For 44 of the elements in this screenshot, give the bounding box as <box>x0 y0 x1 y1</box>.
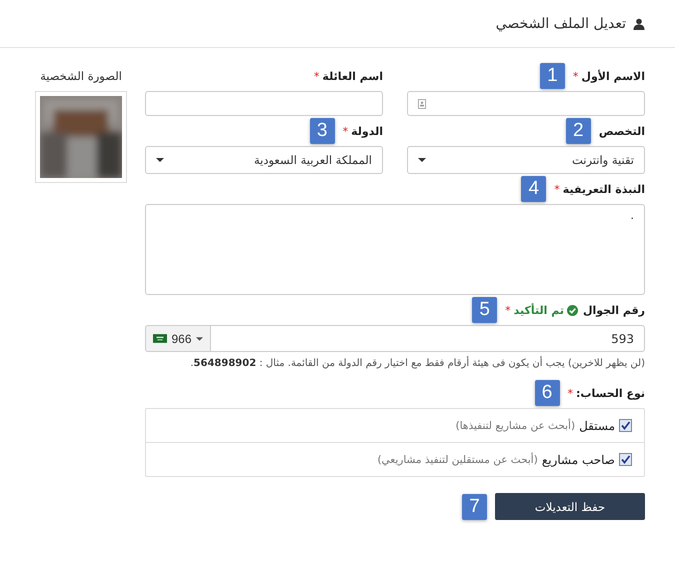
option-title: مستقل <box>579 418 615 432</box>
field-label: الدولة <box>351 124 383 138</box>
required-mark: * <box>572 70 578 82</box>
bio-textarea[interactable]: . <box>145 204 645 295</box>
caret-icon <box>156 158 164 162</box>
caret-icon <box>196 336 203 340</box>
save-button[interactable]: حفظ التعديلات <box>495 493 645 520</box>
select-field[interactable]: تقنية وانترنت <box>407 146 645 174</box>
option-title: صاحب مشاريع <box>542 452 615 466</box>
step-badge: 5 <box>472 297 498 323</box>
step-badge: 4 <box>521 176 546 202</box>
user-icon <box>633 18 645 30</box>
field-label: النبذة التعريفية <box>562 182 645 196</box>
field-label: التخصص <box>598 124 645 138</box>
check-circle-icon <box>566 304 578 316</box>
phone-field[interactable]: 593 <box>210 325 645 352</box>
step-badge: 7 <box>462 494 487 520</box>
contact-card-icon <box>418 98 426 108</box>
required-mark: * <box>314 70 320 82</box>
field-label: الاسم الأول <box>581 70 645 82</box>
caret-icon <box>418 158 426 162</box>
step-badge: 6 <box>534 380 560 406</box>
option-note: (أبحث عن مستقلين لتنفيذ مشاريعي) <box>377 454 538 466</box>
flag-icon <box>153 334 168 343</box>
country-code-button[interactable]: 966 <box>145 325 211 352</box>
step-badge: 1 <box>540 63 565 89</box>
step-badge: 3 <box>310 118 335 144</box>
family-name-field[interactable] <box>145 91 383 116</box>
photo-label: الصورة الشخصية <box>40 68 122 85</box>
required-mark: * <box>342 124 348 138</box>
required-mark: * <box>554 182 560 196</box>
option-note: (أبحث عن مشاريع لتنفيذها) <box>456 420 576 432</box>
page-title: تعديل الملف الشخصي <box>496 16 626 32</box>
field-label: اسم العائلة <box>322 70 383 82</box>
checkbox[interactable] <box>619 453 632 466</box>
field-label: رقم الجوال <box>582 304 645 316</box>
verified-label: تم التأكيد <box>514 304 564 316</box>
checkbox[interactable] <box>619 419 632 432</box>
select-field[interactable]: المملكة العربية السعودية <box>145 146 383 174</box>
required-mark: * <box>568 386 574 400</box>
required-mark: * <box>505 304 511 316</box>
first-name-field[interactable] <box>407 91 645 116</box>
step-badge: 2 <box>566 118 591 144</box>
field-label: نوع الحساب: <box>576 386 645 400</box>
